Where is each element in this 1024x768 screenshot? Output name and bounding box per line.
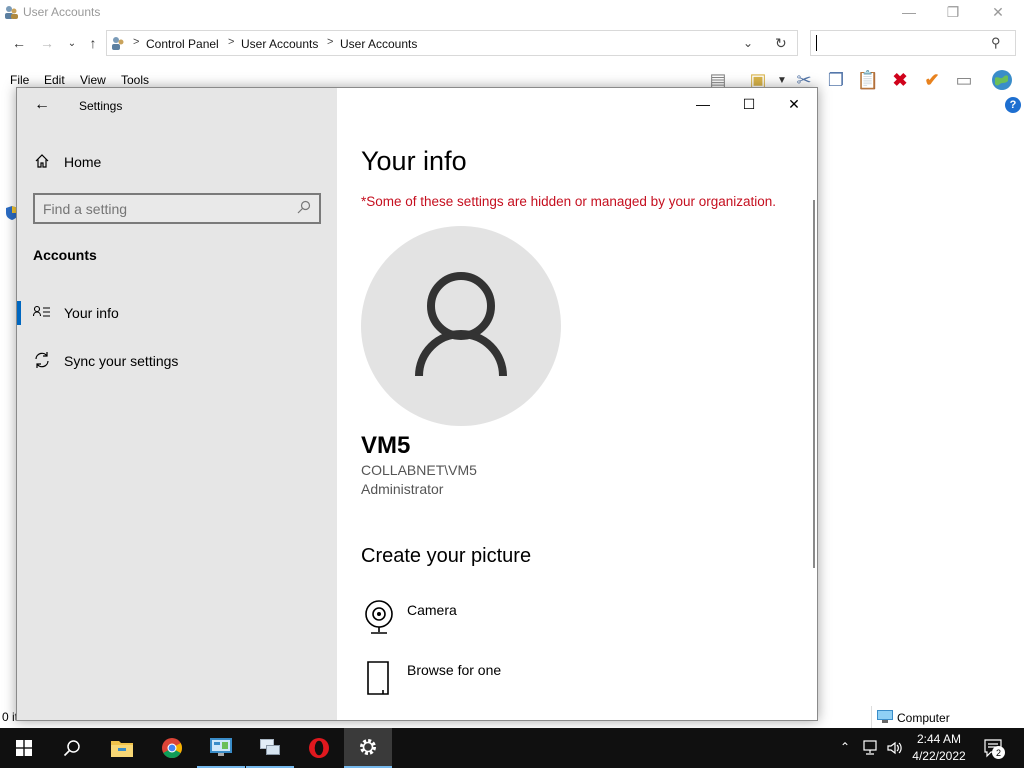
user-domain-account: COLLABNET\VM5	[361, 462, 477, 478]
network-status-icon[interactable]	[862, 739, 880, 757]
globe-icon[interactable]	[990, 68, 1014, 92]
breadcrumb-separator: >	[133, 36, 140, 48]
minimize-button[interactable]: —	[680, 88, 726, 120]
checkmark-icon[interactable]: ✔	[920, 68, 944, 92]
refresh-icon[interactable]: ↻	[775, 35, 787, 52]
explorer-title: User Accounts	[23, 5, 101, 19]
close-button[interactable]: ✕	[975, 0, 1021, 24]
close-button[interactable]: ✕	[771, 88, 817, 120]
managed-settings-warning: *Some of these settings are hidden or ma…	[361, 194, 777, 209]
camera-icon	[361, 598, 397, 638]
menu-file[interactable]: File	[10, 73, 29, 87]
user-role: Administrator	[361, 481, 444, 497]
explorer-search-input[interactable]: ⚲	[810, 30, 1016, 56]
settings-window: ← Settings Home Accounts Your info	[16, 87, 818, 721]
address-bar[interactable]: > Control Panel > User Accounts > User A…	[106, 30, 798, 56]
control-panel-icon[interactable]	[197, 728, 245, 768]
active-indicator	[17, 301, 21, 325]
menu-edit[interactable]: Edit	[44, 73, 65, 87]
clock-time[interactable]: 2:44 AM	[910, 732, 968, 746]
user-accounts-icon	[3, 4, 19, 20]
forward-arrow-icon[interactable]: →	[38, 34, 56, 52]
camera-option[interactable]: Camera	[361, 598, 601, 642]
sidebar-item-label: Sync your settings	[64, 353, 179, 369]
find-setting-input[interactable]	[43, 200, 293, 218]
browse-file-icon	[361, 658, 397, 698]
up-arrow-icon[interactable]: ↑	[84, 34, 102, 52]
opera-icon[interactable]	[295, 728, 343, 768]
search-icon[interactable]	[48, 728, 96, 768]
explorer-titlebar: User Accounts — ❐ ✕	[0, 0, 1024, 24]
text-cursor	[816, 35, 817, 51]
sidebar-item-label: Home	[64, 154, 102, 170]
sidebar-item-label: Your info	[64, 305, 119, 321]
maximize-button[interactable]: ☐	[726, 88, 772, 120]
option-label: Camera	[407, 602, 457, 618]
find-setting-search[interactable]	[33, 193, 321, 224]
taskbar: ⌃ 2:44 AM 4/22/2022 2	[0, 728, 1024, 768]
delete-icon[interactable]: ✖	[888, 68, 912, 92]
create-picture-heading: Create your picture	[361, 545, 532, 567]
start-icon[interactable]	[0, 728, 48, 768]
show-hidden-icons-chevron-icon[interactable]: ⌃	[840, 740, 850, 754]
minimize-button[interactable]: —	[886, 0, 932, 24]
sidebar-item-your-info[interactable]: Your info	[17, 295, 337, 331]
breadcrumb-user-accounts-current[interactable]: User Accounts	[340, 37, 417, 51]
search-icon[interactable]: ⚲	[991, 35, 1001, 51]
notification-badge: 2	[992, 746, 1005, 759]
sync-icon	[33, 351, 51, 369]
status-divider	[871, 706, 872, 728]
settings-window-title: Settings	[79, 99, 123, 113]
clock-date[interactable]: 4/22/2022	[908, 749, 970, 763]
computer-icon	[877, 710, 893, 723]
volume-icon[interactable]	[886, 739, 904, 757]
browse-option[interactable]: Browse for one	[361, 658, 601, 702]
recent-locations-chevron-icon[interactable]: ⌄	[63, 34, 81, 52]
person-list-icon	[33, 303, 51, 321]
chrome-icon[interactable]	[148, 728, 196, 768]
back-arrow-icon[interactable]: ←	[31, 95, 53, 115]
page-title: Your info	[361, 146, 467, 176]
user-silhouette-icon	[415, 272, 507, 377]
breadcrumb-separator: >	[228, 36, 235, 48]
explorer-navigation: ← → ⌄ ↑ > Control Panel > User Accounts …	[0, 28, 1024, 58]
address-dropdown-icon[interactable]: ⌄	[743, 36, 753, 50]
breadcrumb-separator: >	[327, 36, 334, 48]
search-icon[interactable]	[297, 200, 313, 216]
sidebar-item-sync-settings[interactable]: Sync your settings	[17, 343, 337, 379]
user-display-name: VM5	[361, 432, 411, 459]
menu-view[interactable]: View	[80, 73, 106, 87]
restore-button[interactable]: ❐	[930, 0, 976, 24]
home-icon	[33, 152, 51, 170]
back-arrow-icon[interactable]: ←	[10, 34, 28, 52]
network-icon[interactable]	[246, 728, 294, 768]
menu-tools[interactable]: Tools	[121, 73, 149, 87]
avatar	[361, 226, 561, 426]
paste-icon[interactable]: 📋	[856, 68, 880, 92]
file-explorer-icon[interactable]	[98, 728, 146, 768]
control-panel-icon	[110, 35, 126, 51]
breadcrumb-control-panel[interactable]: Control Panel	[146, 37, 219, 51]
status-location: Computer	[897, 711, 950, 725]
copy-icon[interactable]: ❐	[824, 68, 848, 92]
help-icon[interactable]: ?	[1005, 97, 1021, 113]
properties-icon[interactable]: ▭	[952, 68, 976, 92]
settings-content: — ☐ ✕ Your info *Some of these settings …	[337, 88, 817, 720]
settings-sidebar: ← Settings Home Accounts Your info	[17, 88, 337, 720]
section-heading-accounts: Accounts	[33, 247, 97, 263]
option-label: Browse for one	[407, 662, 502, 678]
breadcrumb-user-accounts[interactable]: User Accounts	[241, 37, 318, 51]
settings-icon[interactable]	[344, 728, 392, 768]
sidebar-item-home[interactable]: Home	[17, 144, 337, 180]
content-scrollbar[interactable]	[813, 200, 815, 568]
